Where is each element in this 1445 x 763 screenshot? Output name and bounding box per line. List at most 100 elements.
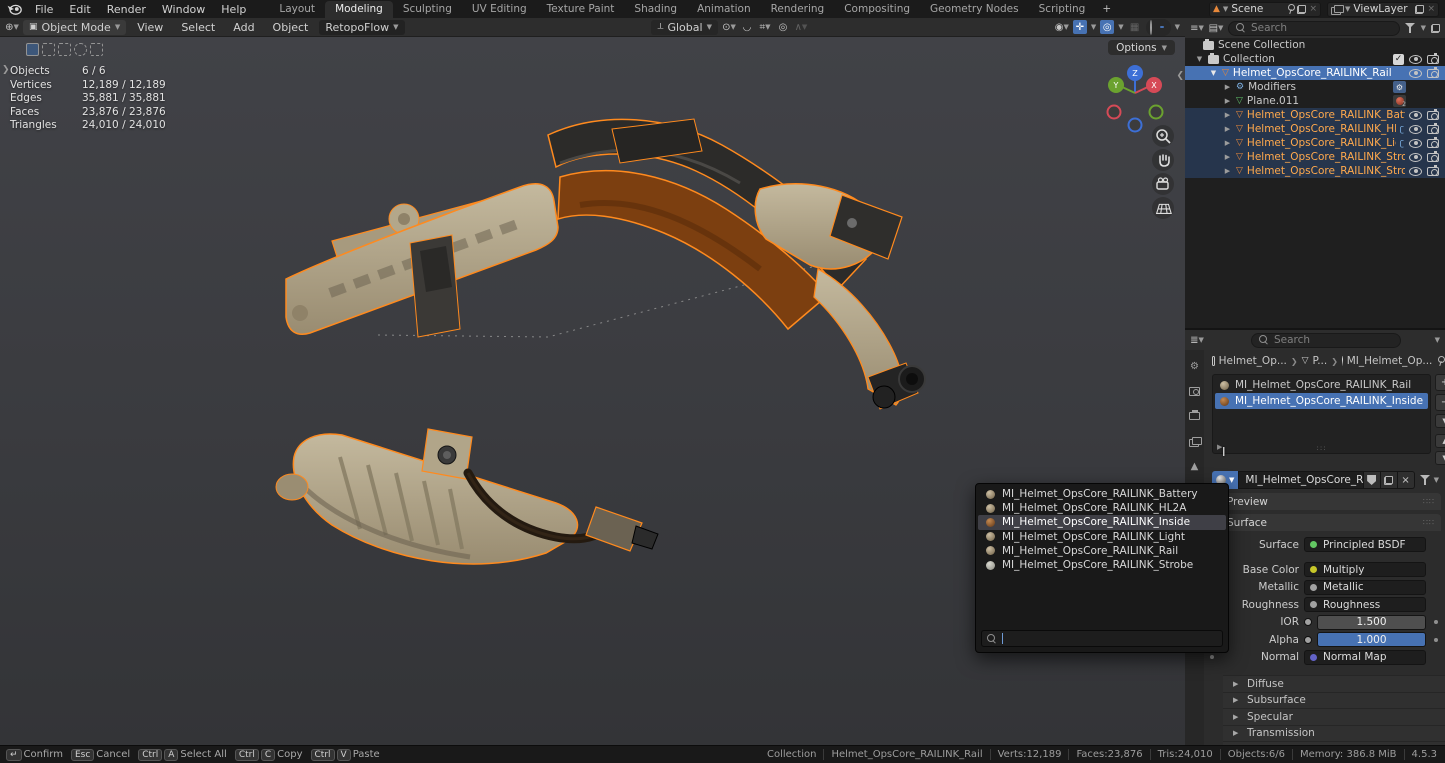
select-mode-subtract-icon[interactable] [58, 43, 71, 56]
remove-slot-button[interactable]: − [1435, 394, 1445, 411]
disable-render-icon[interactable] [1427, 69, 1439, 78]
material-slot-rail[interactable]: MI_Helmet_OpsCore_RAILINK_Rail [1215, 377, 1428, 393]
outliner-display-mode-icon[interactable]: ▤▼ [1209, 21, 1223, 35]
disable-render-icon[interactable] [1427, 111, 1439, 120]
transform-orientation-selector[interactable]: ⟂ Global ▼ [651, 20, 718, 35]
list-resize-grip[interactable]: ::: [1316, 444, 1326, 452]
menu-file[interactable]: File [28, 2, 60, 17]
render-tab-icon[interactable] [1186, 383, 1203, 399]
select-mode-invert-icon[interactable] [74, 43, 87, 56]
move-slot-up-button[interactable]: ▲ [1435, 434, 1445, 448]
gizmo-neg-y-axis[interactable] [1150, 106, 1163, 119]
filter-icon[interactable] [1405, 23, 1416, 33]
collapse-icon[interactable]: ▼ [1195, 55, 1204, 63]
roughness-field[interactable]: Roughness [1304, 597, 1426, 612]
surface-panel-header[interactable]: ▼ Surface ∷∷ [1208, 514, 1441, 531]
gizmo-y-axis[interactable]: Y [1113, 81, 1119, 90]
new-collection-icon[interactable] [1431, 24, 1440, 33]
panel-grip-icon[interactable]: ∷∷ [1423, 497, 1435, 506]
outliner-row-hl2a[interactable]: ▶ ▽ Helmet_OpsCore_RAILINK_HL2A ʗ [1185, 122, 1445, 136]
remove-view-layer-icon[interactable]: × [1427, 5, 1435, 14]
normal-field[interactable]: Normal Map [1304, 650, 1426, 665]
ior-slider[interactable]: 1.500 [1317, 615, 1426, 630]
pin-icon[interactable] [1436, 356, 1437, 366]
menu-viewport-add[interactable]: Add [226, 20, 261, 35]
toolbar-expand-icon[interactable]: ❯ [2, 65, 10, 75]
tab-compositing[interactable]: Compositing [834, 1, 920, 18]
tab-shading[interactable]: Shading [624, 1, 687, 18]
expand-icon[interactable]: ▶ [1223, 111, 1232, 119]
metallic-field[interactable]: Metallic [1304, 580, 1426, 595]
material-badge-icon[interactable]: 2 [1393, 95, 1406, 107]
tab-uv-editing[interactable]: UV Editing [462, 1, 537, 18]
specular-panel-header[interactable]: ▶ Specular [1223, 708, 1445, 725]
hide-viewport-icon[interactable] [1409, 55, 1422, 64]
pin-icon[interactable] [1286, 4, 1294, 14]
shading-solid[interactable] [1155, 26, 1159, 28]
scene-tab-icon[interactable]: ▲ [1186, 458, 1203, 474]
gizmos-dropdown[interactable]: ▼ [1091, 23, 1096, 31]
hide-viewport-icon[interactable] [1409, 111, 1422, 120]
material-slot-inside[interactable]: MI_Helmet_OpsCore_RAILINK_Inside [1215, 393, 1428, 409]
slot-specials-menu[interactable]: ▼ [1435, 414, 1445, 428]
pan-button[interactable] [1152, 149, 1174, 171]
collapse-icon[interactable]: ▼ [1209, 69, 1218, 77]
pivot-point-selector[interactable]: ⊙▼ [722, 20, 736, 34]
diffuse-panel-header[interactable]: ▶ Diffuse [1223, 675, 1445, 692]
dropdown-search-input[interactable] [1008, 633, 1217, 645]
options-button[interactable]: Options ▼ [1108, 40, 1175, 55]
snap-target-selector[interactable]: ⌗▼ [758, 20, 772, 34]
panel-grip-icon[interactable]: ∷∷ [1423, 518, 1435, 527]
disable-render-icon[interactable] [1427, 125, 1439, 134]
hide-viewport-icon[interactable] [1409, 125, 1422, 134]
menu-viewport-select[interactable]: Select [174, 20, 222, 35]
tab-modeling[interactable]: Modeling [325, 1, 393, 18]
snap-magnet-icon[interactable]: ◡ [740, 20, 754, 34]
select-mode-extend-icon[interactable] [42, 43, 55, 56]
dropdown-item-inside[interactable]: MI_Helmet_OpsCore_RAILINK_Inside [978, 515, 1226, 529]
modifier-badge-icon[interactable]: ⚙ [1393, 81, 1406, 93]
alpha-slider[interactable]: 1.000 [1317, 632, 1426, 647]
material-name-field[interactable]: MI_Helmet_OpsCore_RAILINK_In... [1238, 471, 1363, 489]
menu-edit[interactable]: Edit [62, 2, 97, 17]
preview-panel-header[interactable]: ▶ Preview ∷∷ [1208, 493, 1441, 510]
dropdown-item-hl2a[interactable]: MI_Helmet_OpsCore_RAILINK_HL2A [978, 501, 1226, 515]
new-view-layer-icon[interactable] [1415, 5, 1424, 14]
outliner-editor-type-icon[interactable]: ≡▼ [1190, 21, 1204, 35]
menu-viewport-view[interactable]: View [130, 20, 170, 35]
camera-view-button[interactable] [1152, 173, 1174, 195]
properties-editor-type-icon[interactable]: ≣▼ [1190, 333, 1204, 347]
show-object-types-selector[interactable]: ◉▼ [1055, 20, 1069, 34]
outliner-search-input[interactable] [1251, 22, 1392, 34]
dropdown-item-strobe[interactable]: MI_Helmet_OpsCore_RAILINK_Strobe [978, 558, 1226, 572]
collection-checkbox[interactable]: ✓ [1393, 54, 1404, 65]
dropdown-item-battery[interactable]: MI_Helmet_OpsCore_RAILINK_Battery [978, 487, 1226, 501]
material-slot-list[interactable]: MI_Helmet_OpsCore_RAILINK_Rail MI_Helmet… [1212, 374, 1431, 454]
new-material-button[interactable] [1381, 471, 1398, 489]
base-color-field[interactable]: Multiply [1304, 562, 1426, 577]
expand-icon[interactable]: ▶ [1223, 167, 1232, 175]
outliner-row-light[interactable]: ▶ ▽ Helmet_OpsCore_RAILINK_Light ʗ [1185, 136, 1445, 150]
menu-window[interactable]: Window [155, 2, 212, 17]
zoom-button[interactable] [1152, 125, 1174, 147]
overlays-dropdown[interactable]: ▼ [1118, 23, 1123, 31]
dropdown-item-light[interactable]: MI_Helmet_OpsCore_RAILINK_Light [978, 530, 1226, 544]
gizmo-neg-z-axis[interactable] [1129, 119, 1142, 132]
shading-rendered[interactable] [1165, 26, 1169, 28]
fake-user-button[interactable] [1364, 471, 1381, 489]
outliner-row-battery[interactable]: ▶ ▽ Helmet_OpsCore_RAILINK_Battery [1185, 108, 1445, 122]
dropdown-item-rail[interactable]: MI_Helmet_OpsCore_RAILINK_Rail [978, 544, 1226, 558]
gizmo-x-axis[interactable]: X [1151, 81, 1157, 90]
breadcrumb-object[interactable]: Helmet_Op... [1219, 355, 1287, 367]
properties-search[interactable] [1251, 333, 1401, 348]
ortho-toggle-button[interactable] [1152, 197, 1174, 219]
retopoflow-menu[interactable]: RetopoFlow ▼ [319, 20, 404, 35]
hide-viewport-icon[interactable] [1409, 153, 1422, 162]
surface-shader-field[interactable]: Principled BSDF [1304, 537, 1426, 552]
outliner-row-rail[interactable]: ▼ ▽ Helmet_OpsCore_RAILINK_Rail [1185, 66, 1445, 80]
tab-geometry-nodes[interactable]: Geometry Nodes [920, 1, 1029, 18]
add-workspace-button[interactable]: + [1095, 1, 1118, 17]
proportional-editing-icon[interactable]: ◎ [776, 20, 790, 34]
tab-texture-paint[interactable]: Texture Paint [537, 1, 625, 18]
disable-render-icon[interactable] [1427, 153, 1439, 162]
